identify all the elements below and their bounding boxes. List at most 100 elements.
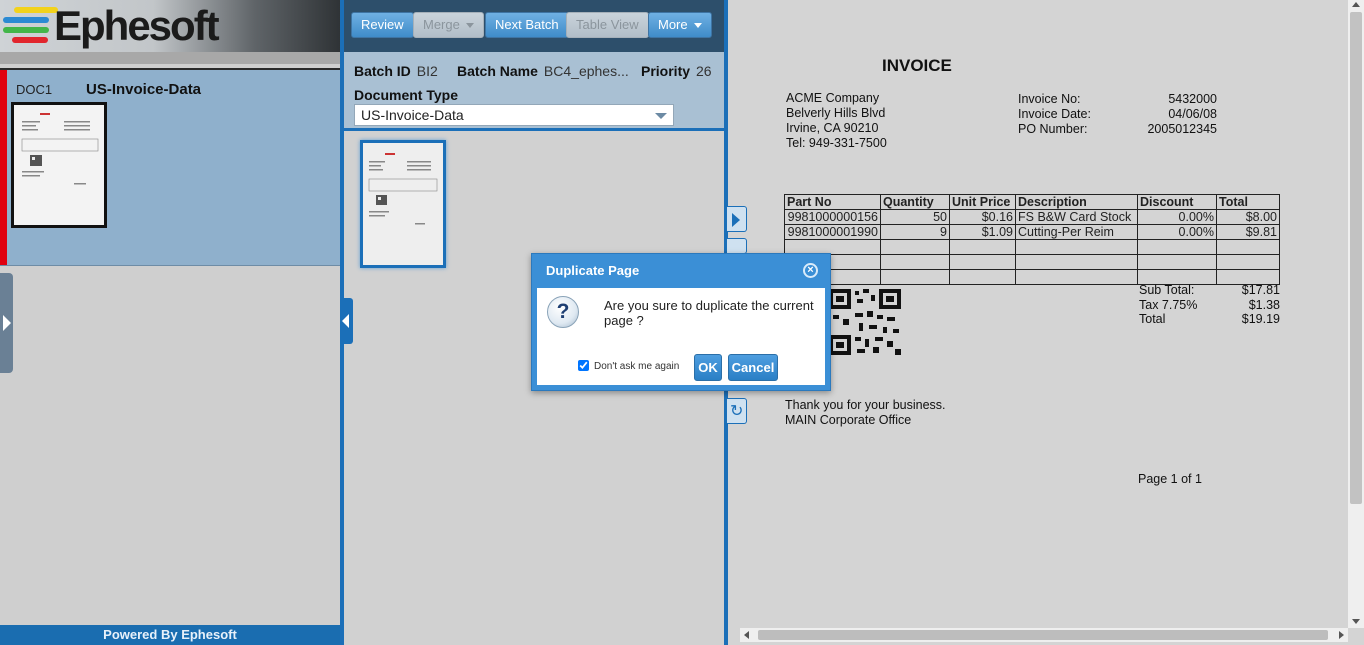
table-header: Total	[1216, 194, 1280, 210]
split-page-button[interactable]	[727, 238, 747, 254]
toolbar: Review Merge Next Batch Table View More	[344, 0, 724, 52]
batch-info: Batch ID BI2 Batch Name BC4_ephes... Prior…	[344, 52, 724, 131]
table-cell: 9981000000156	[784, 209, 881, 225]
table-cell: 9	[880, 224, 950, 240]
document-type-label: US-Invoice-Data	[86, 81, 202, 98]
table-cell: $0.16	[949, 209, 1016, 225]
merge-button[interactable]: Merge	[413, 12, 484, 38]
table-cell: 0.00%	[1137, 224, 1217, 240]
invoice-meta-value: 04/06/08	[1168, 107, 1217, 121]
page-thumbnail-graphic	[368, 153, 438, 225]
document-tree-panel: Ephesoft DOC1 US-Invoice-Data Powered By…	[0, 0, 340, 645]
expand-panel-button[interactable]	[0, 273, 13, 373]
document-item-doc1[interactable]: DOC1 US-Invoice-Data	[0, 68, 340, 266]
table-cell: 0.00%	[1137, 209, 1217, 225]
batch-priority: Priority 26	[641, 63, 712, 79]
review-button[interactable]: Review	[351, 12, 414, 38]
logo-stripe-red	[12, 37, 48, 43]
rotate-button[interactable]: ↻	[727, 398, 747, 424]
ok-label: OK	[698, 360, 718, 375]
dialog-message: Are you sure to duplicate the current pa…	[604, 298, 814, 328]
caret-down-icon	[693, 23, 702, 29]
dont-ask-again-option[interactable]: Don't ask me again	[578, 360, 679, 372]
vertical-scroll-thumb[interactable]	[1350, 12, 1362, 504]
scroll-up-arrow[interactable]	[1352, 2, 1360, 7]
scroll-left-arrow[interactable]	[744, 631, 749, 639]
table-cell: FS B&W Card Stock	[1015, 209, 1138, 225]
document-type-select[interactable]: US-Invoice-Data	[354, 104, 674, 126]
invoice-company-line: Irvine, CA 90210	[786, 121, 879, 135]
table-row: 9981000000156 50 $0.16 FS B&W Card Stock…	[784, 209, 1280, 225]
total-value: $1.38	[1248, 298, 1280, 312]
invoice-company-line: Belverly Hills Blvd	[786, 106, 886, 120]
table-cell: $1.09	[949, 224, 1016, 240]
table-header: Part No	[784, 194, 881, 210]
dialog-body: ? Are you sure to duplicate the current …	[537, 288, 825, 385]
horizontal-scroll-thumb[interactable]	[758, 630, 1328, 640]
next-batch-button[interactable]: Next Batch	[485, 12, 569, 38]
next-batch-label: Next Batch	[495, 17, 559, 32]
table-cell: 50	[880, 209, 950, 225]
close-icon[interactable]: ×	[803, 263, 818, 278]
invoice-meta-label: Invoice Date:	[1018, 107, 1091, 121]
batch-id: Batch ID BI2	[354, 63, 438, 79]
total-label: Tax 7.75%	[1139, 298, 1198, 312]
total-label: Sub Total:	[1139, 283, 1195, 297]
priority-label: Priority	[641, 63, 691, 79]
table-view-button[interactable]: Table View	[566, 12, 649, 38]
invoice-meta-value: 2005012345	[1147, 122, 1217, 136]
play-arrow-icon	[732, 213, 740, 227]
chevron-down-icon	[655, 113, 667, 119]
invoice-company-line: ACME Company	[786, 91, 880, 105]
cancel-label: Cancel	[731, 360, 775, 375]
review-label: Review	[361, 17, 404, 32]
next-page-button[interactable]	[727, 206, 747, 232]
horizontal-scrollbar[interactable]	[740, 628, 1348, 642]
table-view-label: Table View	[576, 17, 639, 32]
logo-stripe-green	[3, 27, 49, 33]
table-row-empty	[784, 269, 1280, 285]
question-icon: ?	[547, 296, 579, 328]
thumbnail-preview-graphic	[21, 113, 99, 185]
document-type-select-value: US-Invoice-Data	[361, 107, 464, 123]
scroll-down-arrow[interactable]	[1352, 619, 1360, 624]
more-button[interactable]: More	[648, 12, 712, 38]
batch-id-label: Batch ID	[354, 63, 411, 79]
invoice-title: INVOICE	[882, 56, 952, 75]
page-thumbnail[interactable]	[360, 140, 446, 268]
ok-button[interactable]: OK	[694, 354, 722, 381]
logo: Ephesoft	[54, 2, 220, 49]
dont-ask-again-label: Don't ask me again	[594, 361, 680, 372]
page-number: Page 1 of 1	[1138, 472, 1202, 486]
batch-name-value: BC4_ephes...	[543, 63, 629, 79]
table-header-row: Part No Quantity Unit Price Description …	[784, 194, 1280, 210]
invoice-footer-line: MAIN Corporate Office	[785, 413, 912, 427]
table-row-empty	[784, 239, 1280, 255]
document-id: DOC1	[16, 82, 53, 97]
invoice-meta-value: 5432000	[1168, 92, 1217, 106]
powered-by-footer: Powered By Ephesoft	[0, 625, 340, 645]
document-thumbnail[interactable]	[11, 102, 107, 228]
document-error-marker	[0, 70, 7, 265]
dont-ask-again-checkbox[interactable]	[578, 360, 589, 371]
table-header: Unit Price	[949, 194, 1016, 210]
table-cell: 9981000001990	[784, 224, 881, 240]
scroll-right-arrow[interactable]	[1339, 631, 1344, 639]
cancel-button[interactable]: Cancel	[728, 354, 778, 381]
vertical-scrollbar[interactable]	[1348, 0, 1364, 628]
duplicate-page-dialog: Duplicate Page × ? Are you sure to dupli…	[531, 253, 831, 391]
invoice-meta-label: Invoice No:	[1018, 92, 1081, 106]
expand-arrow-icon	[3, 315, 11, 331]
table-cell: Cutting-Per Reim	[1015, 224, 1138, 240]
collapse-panel-button[interactable]	[340, 298, 353, 344]
logo-stripe-yellow	[14, 7, 58, 13]
table-row-empty	[784, 254, 1280, 270]
dialog-title: Duplicate Page	[546, 263, 640, 278]
logo-stripe-blue	[3, 17, 49, 23]
qr-code-image	[829, 289, 901, 355]
invoice-meta-label: PO Number:	[1018, 122, 1088, 136]
logo-bar: Ephesoft	[0, 0, 340, 52]
rotate-icon: ↻	[730, 403, 744, 420]
priority-value: 26	[696, 63, 712, 79]
invoice-company-line: Tel: 949-331-7500	[786, 136, 887, 150]
